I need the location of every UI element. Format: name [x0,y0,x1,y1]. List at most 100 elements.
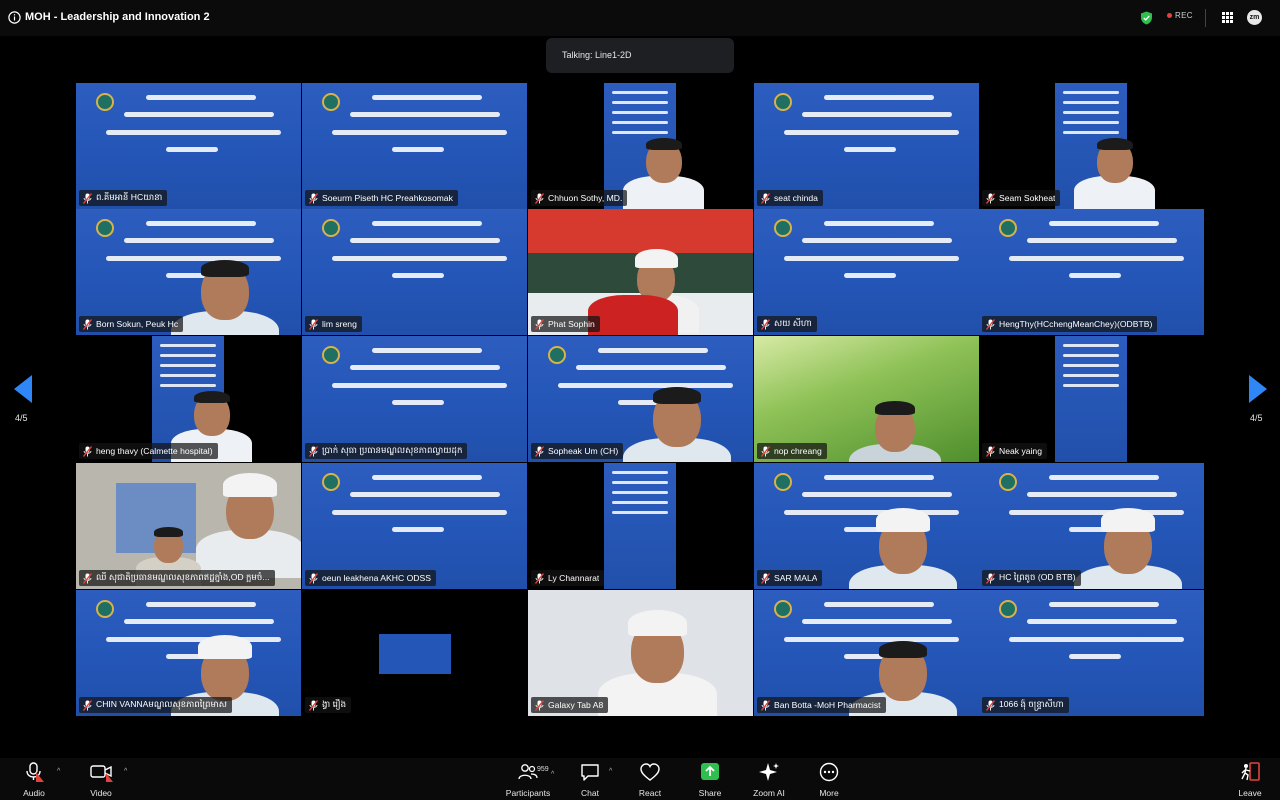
info-icon[interactable] [8,11,21,24]
video-detail [876,508,930,532]
microphone-muted-icon [83,318,92,330]
participant-name-label: Galaxy Tab A8 [531,697,609,713]
participant-tile[interactable]: Ly Channarat [528,463,753,589]
participant-tile[interactable]: Galaxy Tab A8 [528,590,753,716]
participant-name: HengThy(HCchengMeanChey)(ODBTB) [999,319,1153,329]
ministry-logo [322,219,340,237]
participant-tile[interactable]: ប្រាក់ សុធា ប្រធានមណ្ឌលសុខភាពល្វាយដុក [302,336,527,462]
participant-tile[interactable]: Sopheak Um (CH) [528,336,753,462]
participant-name-label: Ban Botta -MoH Pharmacist [757,697,886,713]
video-options-caret-icon[interactable]: ^ [124,768,127,775]
microphone-muted-icon [535,445,544,457]
react-button[interactable]: React [636,762,664,798]
participant-tile[interactable]: Soeurm Piseth HC Preahkosomak [302,83,527,209]
presentation-slide [604,463,676,589]
video-detail [802,619,952,624]
video-detail [824,602,934,607]
chat-button[interactable]: Chat [576,762,604,798]
more-label: More [819,788,839,798]
participant-tile[interactable]: Ban Botta -MoH Pharmacist [754,590,979,716]
participant-video [623,133,704,209]
video-label: Video [90,788,112,798]
microphone-muted-icon [535,192,544,204]
app-avatar[interactable]: zm [1247,10,1262,25]
video-detail [1069,654,1121,659]
participant-tile[interactable]: 1066 ង៉ុ ចន្ទ្រាសីហា [979,590,1204,716]
presentation-slide [379,634,451,674]
participant-name-label: Sopheak Um (CH) [531,443,624,459]
participant-tile[interactable]: seat chinda [754,83,979,209]
ministry-logo [96,600,114,618]
participant-tile[interactable]: CHIN VANNAមណ្ឌលសុខភាពព្រៃមាស [76,590,301,716]
share-button[interactable]: Share [696,762,724,798]
video-button[interactable]: Video [86,762,116,798]
participant-name-label: HC ព្រៃតូច (OD BTB) [982,570,1081,586]
video-detail [1027,238,1177,243]
participant-name-label: ព.គីមអានី HCយានា [79,190,168,206]
zoom-ai-button[interactable]: Zoom AI [750,762,788,798]
shield-icon[interactable] [1140,11,1153,25]
video-detail [372,475,482,480]
participant-tile[interactable]: lim sreng [302,209,527,335]
participant-tile[interactable]: HengThy(HCchengMeanChey)(ODBTB) [979,209,1204,335]
chat-options-caret-icon[interactable]: ^ [609,768,612,775]
talking-text: Talking: Line1-2D [562,50,632,60]
recording-indicator[interactable]: REC [1167,11,1193,20]
participant-tile[interactable]: Born Sokun, Peuk Hc [76,209,301,335]
participant-tile[interactable]: ឈី សុជាតិប្រធានមណ្ឌលសុខភាពឥដ្ឋភ្នាំង,OD … [76,463,301,589]
ministry-logo [774,219,792,237]
video-detail [1049,602,1159,607]
participants-options-caret-icon[interactable]: ^ [551,771,554,778]
video-detail [612,511,668,514]
video-detail [392,147,444,152]
video-detail [1063,384,1119,387]
participant-tile[interactable]: Neak yaing [979,336,1204,462]
video-detail [160,344,216,347]
video-detail [612,111,668,114]
participant-tile[interactable]: ង្វា រឿង [302,590,527,716]
participant-name-label: nop chreang [757,443,827,459]
video-detail [146,602,256,607]
more-button[interactable]: More [815,762,843,798]
participant-tile[interactable]: oeun leakhena AKHC ODSS [302,463,527,589]
participant-tile[interactable]: Seam Sokheat [979,83,1204,209]
video-detail [372,95,482,100]
participant-tile[interactable]: HC ព្រៃតូច (OD BTB) [979,463,1204,589]
video-detail [392,400,444,405]
banner [528,209,753,253]
participant-tile[interactable]: nop chreang [754,336,979,462]
video-detail [160,374,216,377]
participant-name: Neak yaing [999,446,1042,456]
video-detail [146,221,256,226]
participant-name-label: seat chinda [757,190,823,206]
participants-label: Participants [505,788,551,798]
video-detail [612,481,668,484]
participant-tile[interactable]: Phat Sophin [528,209,753,335]
participant-name-label: lim sreng [305,316,362,332]
video-detail [844,273,896,278]
meeting-toolbar: Audio ^ Video ^ Participants 959 ^ Chat … [0,758,1280,800]
talking-indicator: Talking: Line1-2D [546,38,734,73]
participant-name: Ban Botta -MoH Pharmacist [774,700,881,710]
participant-tile[interactable]: heng thavy (Calmette hospital) [76,336,301,462]
gallery-view-icon[interactable] [1221,11,1234,24]
participant-tile[interactable]: សយ សីហា [754,209,979,335]
video-detail [784,130,959,135]
video-detail [874,401,916,416]
previous-page-arrow-icon[interactable] [12,374,34,404]
leave-button[interactable]: Leave [1236,762,1264,798]
chat-icon [579,762,601,782]
microphone-muted-icon [309,445,318,457]
participant-tile[interactable]: ព.គីមអានី HCយានា [76,83,301,209]
participant-name: SAR MALA [774,573,818,583]
participant-name-label: HengThy(HCchengMeanChey)(ODBTB) [982,316,1158,332]
participant-video [598,610,717,716]
participant-tile[interactable]: SAR MALA [754,463,979,589]
video-detail [612,471,668,474]
participant-name-label: Phat Sophin [531,316,600,332]
next-page-arrow-icon[interactable] [1247,374,1269,404]
video-detail [1063,91,1119,94]
participant-tile[interactable]: Chhuon Sothy, MD. [528,83,753,209]
audio-button[interactable]: Audio [19,762,49,798]
audio-options-caret-icon[interactable]: ^ [57,768,60,775]
